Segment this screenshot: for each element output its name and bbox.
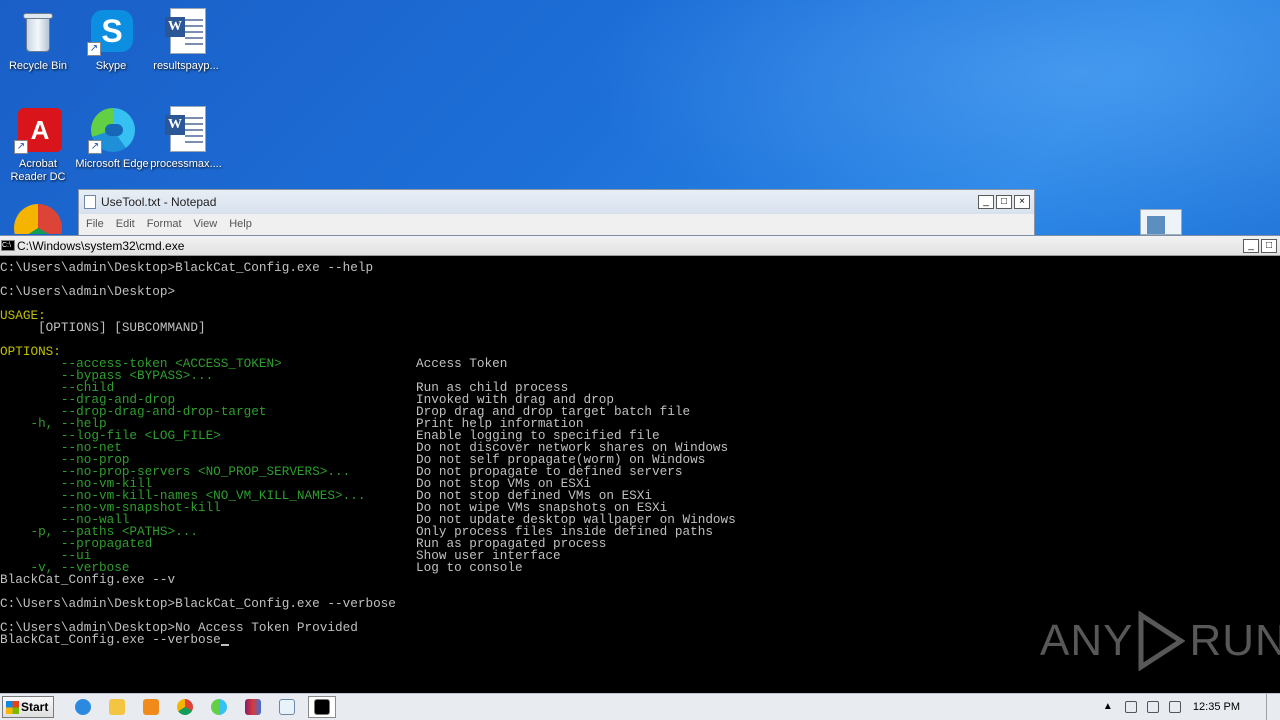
notepad-window[interactable]: UseTool.txt - Notepad _ □ × File Edit Fo… xyxy=(78,189,1035,239)
system-tray: ▲ 12:35 PM xyxy=(1103,693,1280,720)
taskbar-explorer[interactable] xyxy=(104,696,130,718)
anyrun-watermark: ANY RUN xyxy=(1040,608,1280,674)
desktop-icon-recycle-bin[interactable]: Recycle Bin xyxy=(0,8,76,73)
desktop-icon-skype[interactable]: S ↗ Skype xyxy=(73,8,149,73)
option-row: --drop-drag-and-drop-target Drop drag and… xyxy=(0,405,1280,418)
skype-icon: S ↗ xyxy=(87,8,135,56)
ie-icon xyxy=(75,699,91,715)
taskbar: Start ▲ 12:35 PM xyxy=(0,693,1280,720)
word-document-icon: W xyxy=(162,106,210,154)
menu-edit[interactable]: Edit xyxy=(116,218,135,230)
notepad-icon xyxy=(84,195,96,209)
clock[interactable]: 12:35 PM xyxy=(1193,701,1240,713)
taskbar-chrome[interactable] xyxy=(172,696,198,718)
volume-icon[interactable] xyxy=(1124,701,1137,713)
option-row: -p, --paths <PATHS>... Only process files… xyxy=(0,525,1280,538)
recycle-bin-icon xyxy=(14,8,62,56)
maximize-button[interactable]: □ xyxy=(996,195,1012,209)
watermark-right: RUN xyxy=(1189,616,1280,665)
menu-help[interactable]: Help xyxy=(229,218,252,230)
cmd-titlebar[interactable]: C:\ C:\Windows\system32\cmd.exe _ □ xyxy=(0,236,1280,256)
desktop-icon-label: Microsoft Edge xyxy=(75,158,149,170)
taskbar-winrar[interactable] xyxy=(240,696,266,718)
option-row: -v, --verbose Log to console xyxy=(0,560,1280,575)
desktop-icon-edge[interactable]: ↗ Microsoft Edge xyxy=(73,106,151,171)
option-row: --no-prop-servers <NO_PROP_SERVERS>... Do… xyxy=(0,465,1280,478)
windows-flag-icon xyxy=(6,700,19,714)
options-list: --access-token <ACCESS_TOKEN> Access Toke… xyxy=(0,356,1280,575)
close-button[interactable]: × xyxy=(1014,195,1030,209)
desktop-icon-partial[interactable] xyxy=(1140,209,1182,235)
menu-view[interactable]: View xyxy=(194,218,218,230)
cmd-title: C:\Windows\system32\cmd.exe xyxy=(17,238,185,253)
text-cursor xyxy=(220,644,229,646)
start-label: Start xyxy=(21,700,49,714)
watermark-left: ANY xyxy=(1040,616,1134,665)
notepad-titlebar[interactable]: UseTool.txt - Notepad _ □ × xyxy=(79,190,1034,214)
notepad-icon xyxy=(279,699,295,715)
chrome-icon xyxy=(177,699,193,715)
cmd-icon xyxy=(314,699,330,715)
play-icon xyxy=(1138,611,1186,671)
taskbar-notepad[interactable] xyxy=(274,696,300,718)
minimize-button[interactable]: _ xyxy=(978,195,994,209)
usage-line: [OPTIONS] [SUBCOMMAND] xyxy=(0,320,206,335)
winrar-icon xyxy=(245,699,261,715)
acrobat-icon: A ↗ xyxy=(14,106,62,154)
menu-file[interactable]: File xyxy=(86,218,104,230)
option-desc: Log to console xyxy=(416,560,523,575)
edge-icon xyxy=(211,699,227,715)
notepad-title: UseTool.txt - Notepad xyxy=(101,195,217,209)
show-desktop-button[interactable] xyxy=(1266,693,1280,720)
word-document-icon: W xyxy=(162,8,210,56)
flag-icon[interactable] xyxy=(1168,701,1181,713)
desktop-icon-processmax[interactable]: W processmax.... xyxy=(148,106,224,171)
desktop-icon-label: Acrobat Reader DC xyxy=(10,158,66,183)
console-line: C:\Users\admin\Desktop>BlackCat_Config.e… xyxy=(0,260,374,275)
cmd-icon: C:\ xyxy=(1,240,15,251)
desktop-icon-acrobat[interactable]: A ↗ Acrobat Reader DC xyxy=(0,106,76,184)
start-button[interactable]: Start xyxy=(2,696,54,718)
chevron-up-icon[interactable]: ▲ xyxy=(1103,701,1115,713)
desktop-icon-label: Recycle Bin xyxy=(8,60,68,72)
taskbar-cmd[interactable] xyxy=(308,696,336,718)
explorer-icon xyxy=(109,699,125,715)
taskbar-edge[interactable] xyxy=(206,696,232,718)
taskbar-media-player[interactable] xyxy=(138,696,164,718)
chrome-icon[interactable] xyxy=(14,204,62,234)
network-icon[interactable] xyxy=(1146,701,1159,713)
media-player-icon xyxy=(143,699,159,715)
taskbar-ie[interactable] xyxy=(70,696,96,718)
console-last-line: BlackCat_Config.exe --verbose xyxy=(0,632,221,647)
option-row: --propagated Run as propagated process xyxy=(0,537,1280,550)
desktop-icon-label: Skype xyxy=(95,60,127,72)
option-desc: Access Token xyxy=(416,356,508,371)
edge-icon: ↗ xyxy=(88,106,136,154)
option-row: --child Run as child process xyxy=(0,381,1280,394)
desktop-icon-resultspayp[interactable]: W resultspayp... xyxy=(148,8,224,73)
option-row: --bypass <BYPASS>... xyxy=(0,369,1280,382)
console-line: BlackCat_Config.exe --v xyxy=(0,572,176,587)
maximize-button[interactable]: □ xyxy=(1261,238,1277,253)
console-line: C:\Users\admin\Desktop> xyxy=(0,284,176,299)
option-row: --ui Show user interface xyxy=(0,549,1280,562)
desktop-icon-label: resultspayp... xyxy=(153,60,219,72)
minimize-button[interactable]: _ xyxy=(1243,238,1259,253)
desktop-icon-label: processmax.... xyxy=(150,158,222,170)
notepad-menubar: File Edit Format View Help xyxy=(79,214,1034,234)
menu-format[interactable]: Format xyxy=(147,218,182,230)
